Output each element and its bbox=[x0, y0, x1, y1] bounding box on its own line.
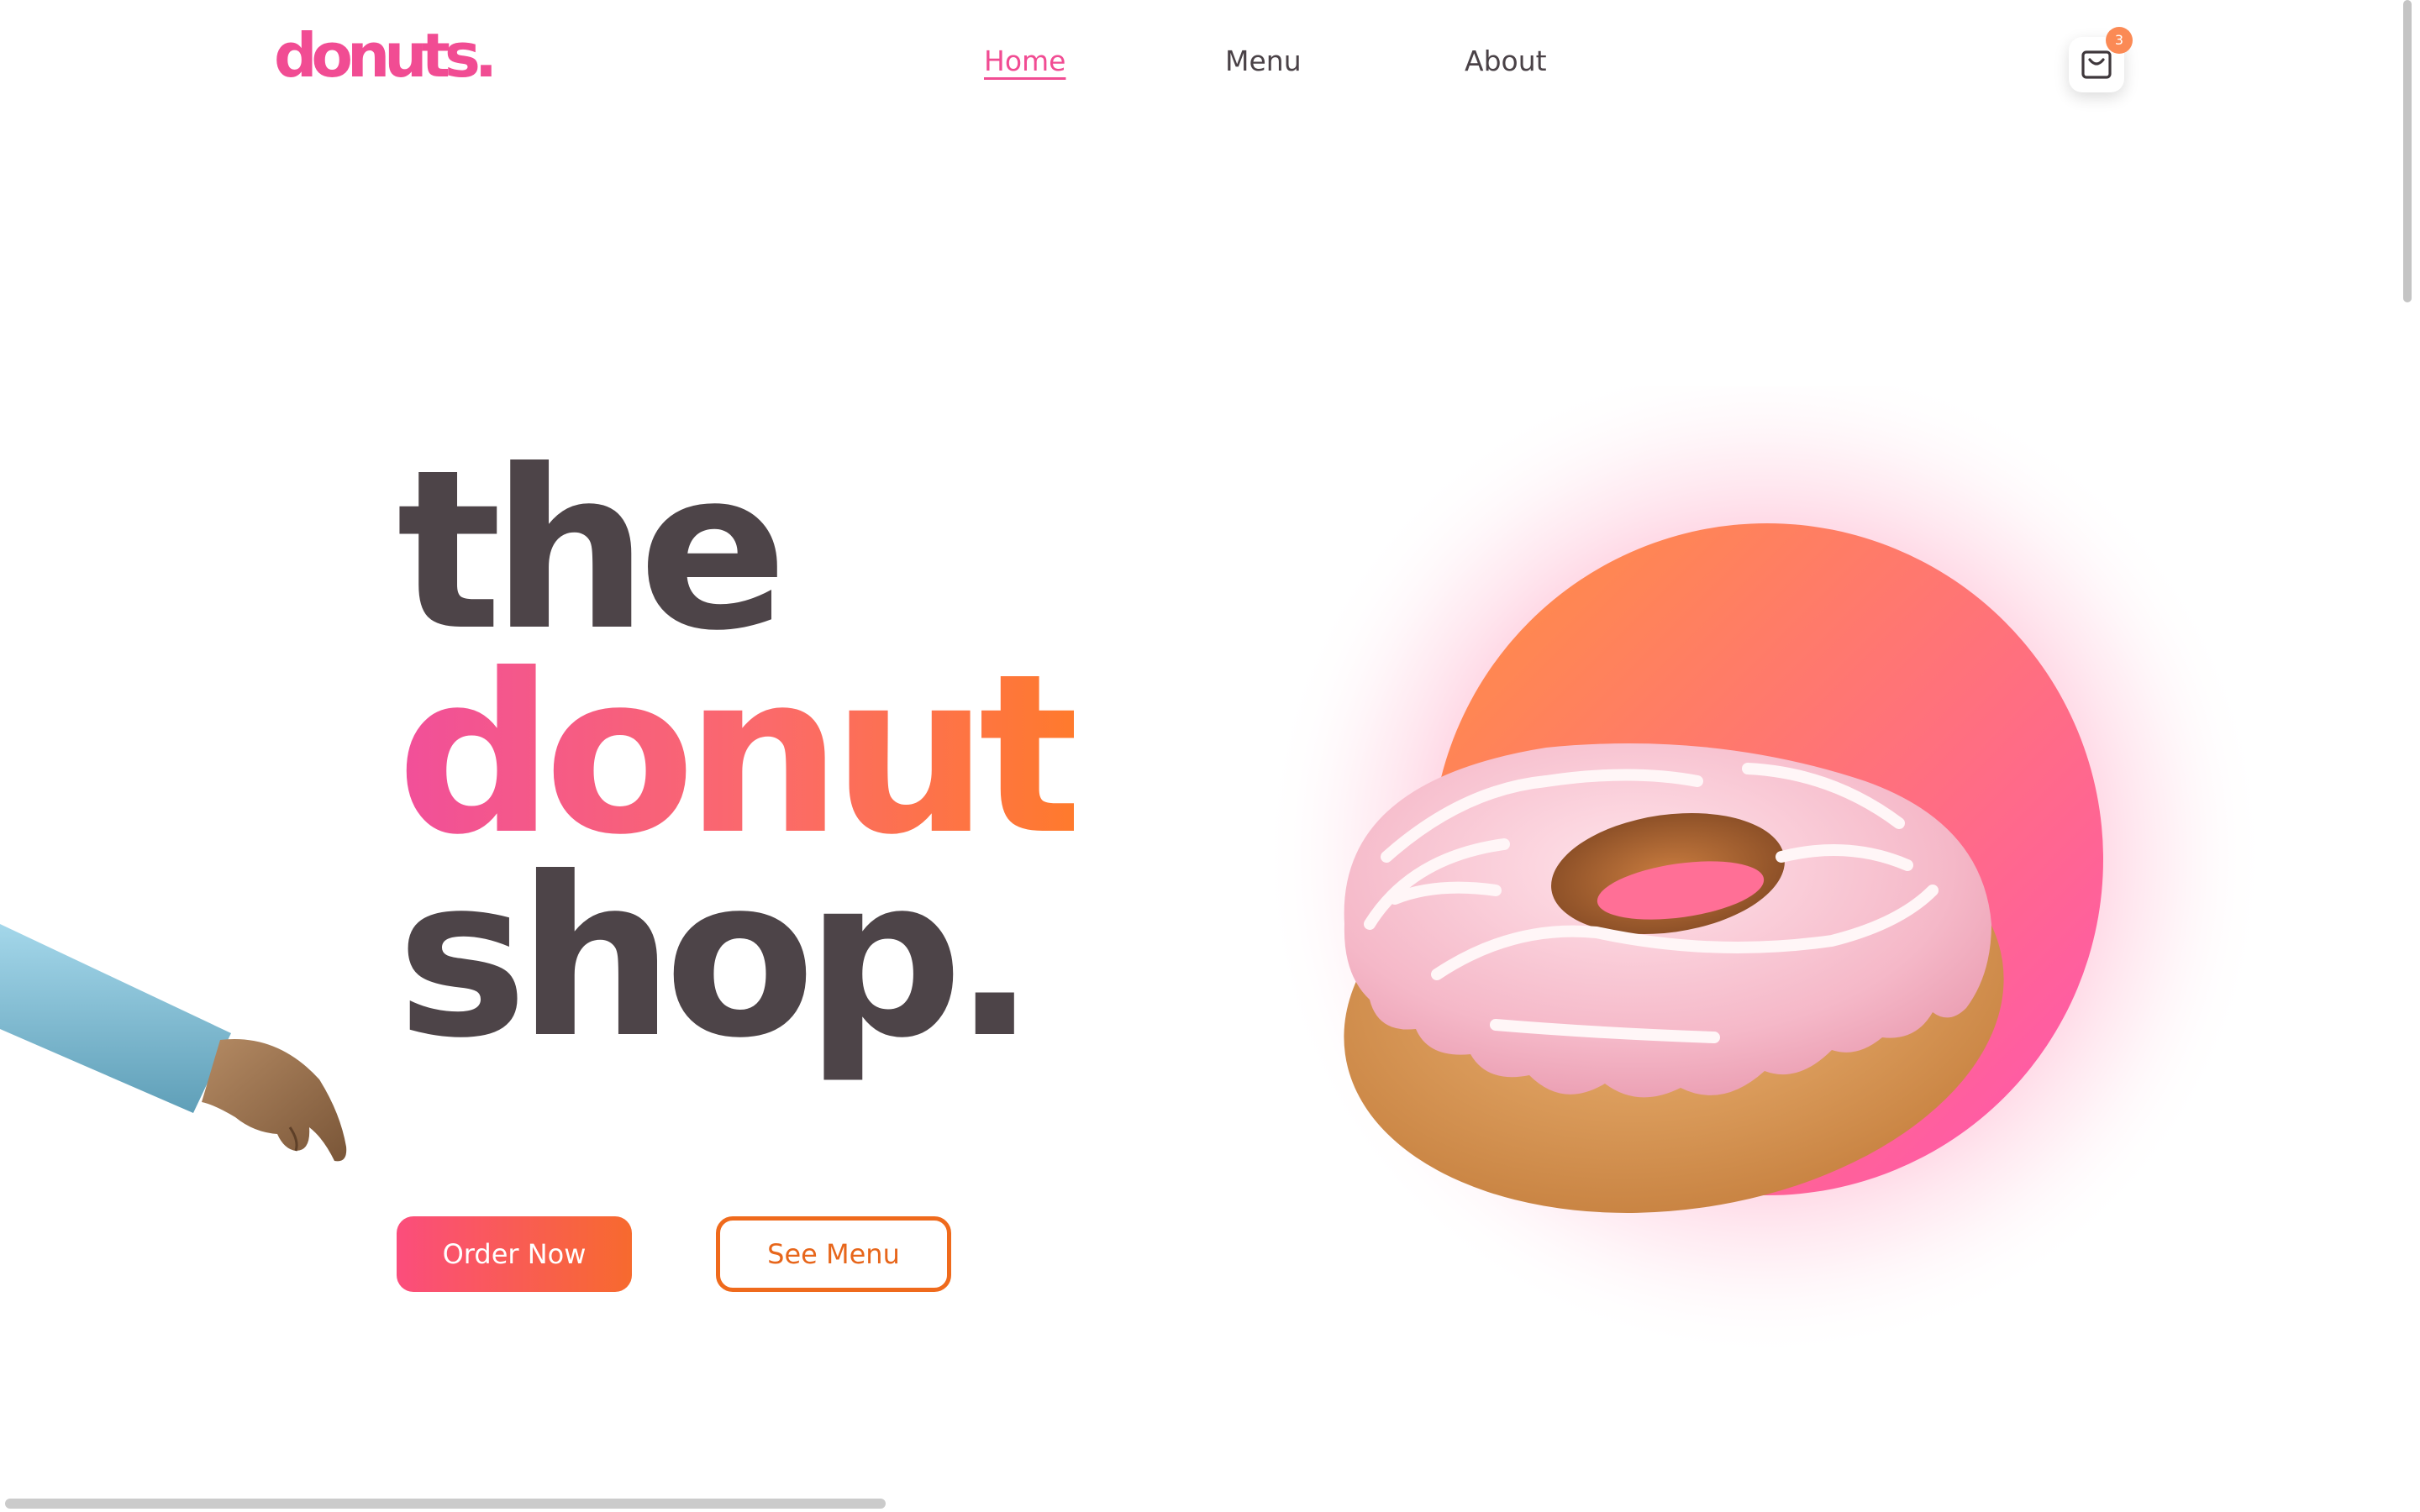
hero-headline-line3: shop. bbox=[397, 830, 1037, 1086]
nav-link-home[interactable]: Home bbox=[984, 47, 1065, 75]
landing-page: donuts. Home Menu About 3 the donut shop… bbox=[0, 0, 2420, 1512]
order-now-button[interactable]: Order Now bbox=[397, 1216, 632, 1292]
donut-illustration bbox=[1260, 386, 2269, 1361]
shopping-bag-icon bbox=[2081, 50, 2112, 79]
see-menu-button[interactable]: See Menu bbox=[716, 1216, 951, 1292]
vertical-scrollbar[interactable] bbox=[2403, 0, 2412, 302]
nav-link-about[interactable]: About bbox=[1465, 47, 1547, 75]
pointing-hand-illustration bbox=[0, 924, 347, 1162]
brand-logo[interactable]: donuts. bbox=[274, 25, 497, 86]
nav-link-menu[interactable]: Menu bbox=[1225, 47, 1302, 75]
horizontal-scrollbar[interactable] bbox=[5, 1499, 886, 1509]
cart-count-badge: 3 bbox=[2106, 27, 2133, 54]
